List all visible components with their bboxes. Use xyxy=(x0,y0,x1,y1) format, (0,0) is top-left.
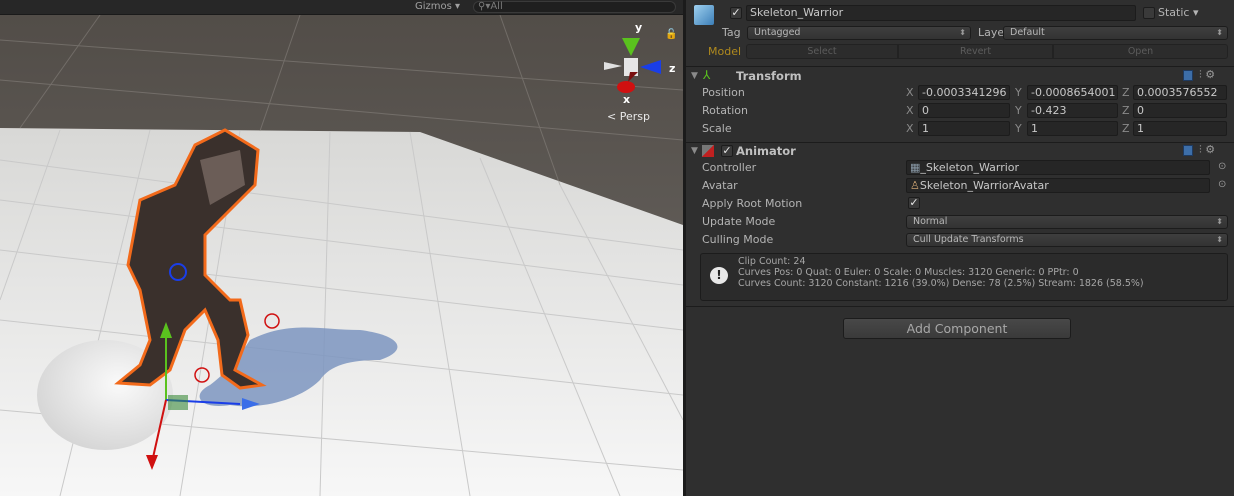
model-open-button[interactable]: Open xyxy=(1053,44,1228,59)
position-x-field[interactable]: -0.0003341296 xyxy=(918,85,1010,100)
curves-count-text: Curves Count: 3120 Constant: 1216 (39.0%… xyxy=(738,278,1144,289)
model-revert-button[interactable]: Revert xyxy=(898,44,1053,59)
help-book-icon[interactable] xyxy=(1183,69,1193,81)
preset-sliders-icon[interactable]: ⫶ xyxy=(1199,143,1202,156)
animator-enabled-checkbox[interactable]: ✓ xyxy=(721,145,733,157)
gameobject-cube-icon xyxy=(694,5,714,25)
avatar-icon: ♙ xyxy=(910,179,920,192)
static-checkbox[interactable] xyxy=(1143,7,1155,19)
apply-root-motion-checkbox[interactable]: ✓ xyxy=(908,197,920,209)
culling-mode-dropdown[interactable]: Cull Update Transforms ⬍ xyxy=(906,233,1228,247)
axis-x-label: x xyxy=(623,93,630,106)
tag-dropdown[interactable]: Untagged ⬍ xyxy=(747,26,971,40)
scale-x-field[interactable]: 1 xyxy=(918,121,1010,136)
curves-pos-text: Curves Pos: 0 Quat: 0 Euler: 0 Scale: 0 … xyxy=(738,267,1079,278)
scene-viewport[interactable]: y z x 🔓 < Persp xyxy=(0,0,683,496)
scale-label: Scale xyxy=(702,122,732,135)
position-label: Position xyxy=(702,86,745,99)
separator xyxy=(686,66,1234,67)
position-z-field[interactable]: 0.0003576552 xyxy=(1133,85,1227,100)
separator xyxy=(686,306,1234,307)
update-mode-label: Update Mode xyxy=(702,215,776,228)
scene-toolbar: Gizmos ▾ ⚲▾All xyxy=(0,0,683,15)
inspector-panel: ✓ Skeleton_Warrior Static ▾ Tag Untagged… xyxy=(686,0,1234,496)
scale-z-field[interactable]: 1 xyxy=(1133,121,1227,136)
axis-y-label: y xyxy=(635,21,642,34)
lock-icon[interactable]: 🔓 xyxy=(665,27,677,40)
animator-info-box: ! Clip Count: 24 Curves Pos: 0 Quat: 0 E… xyxy=(700,253,1228,301)
scene-view[interactable]: y z x 🔓 < Persp Gizmos ▾ ⚲▾All xyxy=(0,0,683,496)
model-select-button[interactable]: Select xyxy=(746,44,898,59)
search-icon: ⚲▾ xyxy=(478,1,491,12)
controller-field[interactable]: ▦_Skeleton_Warrior xyxy=(906,160,1210,175)
info-icon: ! xyxy=(710,267,728,284)
clip-count-text: Clip Count: 24 xyxy=(738,256,806,267)
add-component-button[interactable]: Add Component xyxy=(843,318,1071,339)
scale-y-field[interactable]: 1 xyxy=(1027,121,1118,136)
update-mode-dropdown[interactable]: Normal ⬍ xyxy=(906,215,1228,229)
rotation-z-field[interactable]: 0 xyxy=(1133,103,1227,118)
animator-title[interactable]: Animator xyxy=(736,144,796,158)
object-picker-icon[interactable]: ⊙ xyxy=(1218,161,1226,172)
tag-label: Tag xyxy=(722,26,741,39)
avatar-field[interactable]: ♙Skeleton_WarriorAvatar xyxy=(906,178,1210,193)
scene-search-input[interactable]: ⚲▾All xyxy=(473,1,676,13)
animator-foldout-arrow[interactable]: ▼ xyxy=(691,146,698,156)
object-name-field[interactable]: Skeleton_Warrior xyxy=(746,5,1136,21)
transform-title[interactable]: Transform xyxy=(736,69,802,83)
model-label: Model xyxy=(708,45,742,58)
controller-label: Controller xyxy=(702,161,757,174)
apply-root-motion-label: Apply Root Motion xyxy=(702,197,803,210)
help-book-icon[interactable] xyxy=(1183,144,1193,156)
static-label[interactable]: Static ▾ xyxy=(1158,6,1198,19)
active-checkbox[interactable]: ✓ xyxy=(730,7,742,19)
culling-mode-label: Culling Mode xyxy=(702,233,774,246)
rotation-y-field[interactable]: -0.423 xyxy=(1027,103,1118,118)
transform-axes-icon: ⅄ xyxy=(703,68,711,82)
object-picker-icon[interactable]: ⊙ xyxy=(1218,179,1226,190)
position-y-field[interactable]: -0.0008654001 xyxy=(1027,85,1118,100)
axis-z-label: z xyxy=(669,62,675,75)
preset-sliders-icon[interactable]: ⫶ xyxy=(1199,68,1202,81)
separator xyxy=(686,142,1234,143)
gear-icon[interactable]: ⚙ xyxy=(1205,68,1215,81)
gizmos-dropdown[interactable]: Gizmos ▾ xyxy=(415,0,460,14)
rotation-x-field[interactable]: 0 xyxy=(918,103,1010,118)
gear-icon[interactable]: ⚙ xyxy=(1205,143,1215,156)
transform-foldout-arrow[interactable]: ▼ xyxy=(691,71,698,81)
layer-dropdown[interactable]: Default ⬍ xyxy=(1003,26,1228,40)
rotation-label: Rotation xyxy=(702,104,749,117)
projection-label[interactable]: < Persp xyxy=(607,110,650,123)
animator-icon xyxy=(702,145,714,157)
animator-controller-icon: ▦ xyxy=(910,161,921,174)
avatar-label: Avatar xyxy=(702,179,738,192)
